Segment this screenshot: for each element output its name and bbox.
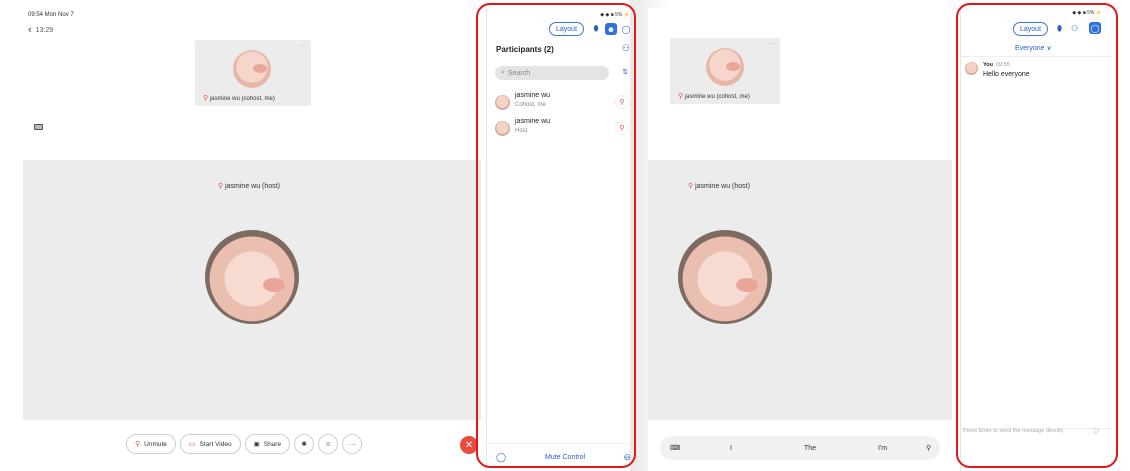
meeting-duration: 13:29 [35, 26, 54, 34]
share-label: Share [263, 440, 282, 448]
reactions-button[interactable]: ☺ [318, 434, 339, 454]
close-icon: ✕ [464, 439, 474, 451]
back-button[interactable]: ‹ 13:29 [28, 24, 54, 36]
muted-mic-icon: ⚲ [218, 183, 224, 190]
unmute-label: Unmute [144, 440, 167, 448]
keyboard-suggestion-bar: ⌨ I The I'm ⚲ [660, 436, 940, 460]
self-name: jasmine wu (cohost, me) [684, 94, 750, 100]
emoji-icon: ☺ [324, 440, 332, 448]
self-tile-label: ⚲ jasmine wu (cohost, me) [678, 92, 750, 100]
status-bar-time: 09:54 Mon Nov 7 [28, 12, 74, 18]
annotation-highlight [476, 3, 636, 468]
bluetooth-button[interactable]: ✱ [294, 434, 315, 454]
share-button[interactable]: ▣ Share [244, 434, 291, 454]
keyboard-toggle-icon[interactable]: ⌨ [670, 444, 680, 452]
host-avatar [678, 230, 772, 324]
more-button[interactable]: ··· [342, 434, 363, 454]
start-video-label: Start Video [199, 440, 232, 448]
avatar [706, 48, 744, 86]
self-video-tile[interactable]: ··· ⚲ jasmine wu (cohost, me) [195, 40, 311, 106]
avatar-snout [736, 278, 758, 292]
mic-off-icon: ⚲ [135, 441, 141, 448]
host-avatar [205, 230, 299, 324]
suggestion-item[interactable]: I'm [878, 445, 887, 452]
avatar-snout [726, 62, 740, 71]
avatar-snout [253, 64, 267, 73]
host-name: jasmine wu (host) [225, 183, 280, 190]
meeting-toolbar: ⚲ Unmute ▭ Start Video ▣ Share ✱ ☺ ··· [126, 434, 363, 454]
annotation-highlight [956, 3, 1118, 468]
suggestion-item[interactable]: The [804, 445, 816, 452]
muted-mic-icon: ⚲ [203, 95, 209, 102]
video-off-icon: ▭ [188, 441, 196, 448]
bluetooth-icon: ✱ [301, 441, 307, 448]
unmute-button[interactable]: ⚲ Unmute [126, 434, 176, 454]
avatar-snout [263, 278, 285, 292]
screenshot-comparison: 09:54 Mon Nov 7 ‹ 13:29 ··· ⚲ jasmine wu… [0, 0, 1130, 471]
self-video-tile[interactable]: ··· ⚲ jasmine wu (cohost, me) [670, 38, 780, 104]
more-options-icon[interactable]: ··· [768, 41, 774, 47]
avatar [233, 50, 271, 88]
switch-camera-icon[interactable] [34, 124, 43, 130]
share-icon: ▣ [253, 441, 260, 448]
suggestion-item[interactable]: I [730, 445, 732, 452]
dictation-mic-icon[interactable]: ⚲ [926, 444, 931, 452]
more-icon: ··· [348, 440, 356, 448]
active-speaker-stage: ⚲ jasmine wu (host) [648, 160, 952, 420]
self-name: jasmine wu (cohost, me) [209, 96, 275, 102]
host-label: ⚲ jasmine wu (host) [218, 182, 280, 190]
self-tile-label: ⚲ jasmine wu (cohost, me) [203, 94, 275, 102]
chevron-left-icon: ‹ [28, 24, 32, 36]
host-name: jasmine wu (host) [695, 183, 750, 190]
start-video-button[interactable]: ▭ Start Video [179, 434, 241, 454]
more-options-icon[interactable]: ··· [299, 43, 305, 49]
active-speaker-stage: ⚲ jasmine wu (host) [23, 160, 481, 420]
muted-mic-icon: ⚲ [688, 183, 694, 190]
host-label: ⚲ jasmine wu (host) [688, 182, 750, 190]
muted-mic-icon: ⚲ [678, 93, 684, 100]
